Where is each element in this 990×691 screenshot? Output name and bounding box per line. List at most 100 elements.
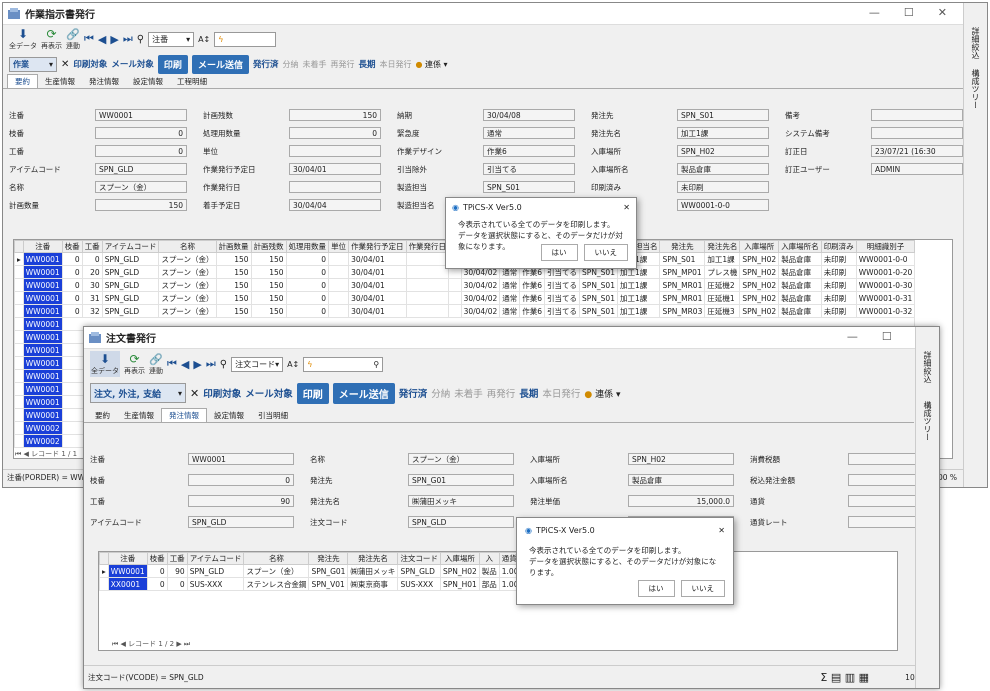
table-cell[interactable]: SPN_GLD (101, 265, 160, 279)
font-size-icon[interactable]: A↕ (198, 35, 210, 44)
table-cell[interactable]: 150 (215, 291, 252, 305)
table-cell[interactable]: 30/04/01 (348, 252, 407, 266)
field-value[interactable]: SPN_GLD (408, 516, 514, 528)
table-cell[interactable]: 150 (250, 278, 287, 292)
print-button[interactable]: 印刷 (296, 382, 329, 404)
table-cell[interactable]: 20 (81, 265, 103, 279)
table-cell[interactable]: 製品倉庫 (778, 252, 822, 266)
field-value[interactable]: ㈱蒲田メッキ (408, 495, 514, 507)
table-cell[interactable]: 150 (215, 265, 252, 279)
first-record-icon[interactable]: ⏮ (84, 32, 94, 46)
table-cell[interactable]: 製品倉庫 (778, 304, 822, 318)
column-header[interactable]: 名称 (158, 240, 217, 253)
table-cell[interactable]: 150 (250, 291, 287, 305)
field-value[interactable]: スプーン（金） (95, 181, 187, 193)
field-value[interactable] (871, 109, 963, 121)
table-cell[interactable]: ㈱東京商事 (347, 577, 399, 591)
field-value[interactable]: WW0001-0-0 (677, 199, 769, 211)
table-cell[interactable]: 30/04/01 (348, 265, 407, 279)
column-header[interactable]: 作業発行予定日 (348, 240, 407, 253)
next-record-icon[interactable]: ▶ (110, 33, 118, 46)
table-cell[interactable]: XX0001 (107, 577, 148, 591)
table-cell[interactable]: 圧延機3 (704, 304, 741, 318)
column-header[interactable]: 入庫場所 (439, 552, 480, 565)
table-cell[interactable]: 0 (61, 304, 83, 318)
column-header[interactable]: 計画残数 (250, 240, 287, 253)
table-cell[interactable]: 作業6 (519, 304, 546, 318)
table-cell[interactable]: WW0001 (22, 252, 63, 266)
field-value[interactable]: 23/07/21 (16:30 (871, 145, 963, 157)
refresh-button[interactable]: ⟳ 再表示 (41, 27, 62, 51)
table-cell[interactable] (328, 265, 350, 279)
table-cell[interactable]: スプーン（金） (158, 278, 217, 292)
table-cell[interactable]: 150 (250, 304, 287, 318)
table-cell[interactable]: 加工1課 (616, 278, 661, 292)
table-cell[interactable]: WW0001 (22, 408, 63, 422)
table-cell[interactable]: WW0002 (22, 434, 63, 448)
maximize-icon[interactable]: ☐ (904, 6, 914, 19)
table-cell[interactable]: 通常 (499, 278, 521, 292)
mail-target-link[interactable]: メール対象 (111, 58, 154, 70)
tab-summary[interactable]: 要約 (7, 74, 38, 88)
table-cell[interactable]: 0 (146, 564, 168, 578)
table-cell[interactable]: WW0001 (22, 369, 63, 383)
table-cell[interactable]: 30 (81, 278, 103, 292)
maximize-icon[interactable]: ☐ (882, 330, 892, 343)
table-cell[interactable]: SPN_MR03 (659, 304, 706, 318)
table-cell[interactable] (448, 291, 462, 305)
field-value[interactable]: 製品倉庫 (677, 163, 769, 175)
table-cell[interactable]: 加工1課 (704, 252, 741, 266)
table-cell[interactable]: WW0001 (22, 330, 63, 344)
prev-record-icon[interactable]: ◀ (98, 33, 106, 46)
table-cell[interactable]: SPN_GLD (186, 564, 245, 578)
issued-filter[interactable]: 発行済 (253, 58, 279, 70)
table-row[interactable]: WW0001 0 31 SPN_GLD スプーン（金） 150 150 0 30/04/01 30… (14, 291, 916, 305)
field-value[interactable]: 30/04/01 (289, 163, 381, 175)
tab-settings[interactable]: 設定情報 (126, 75, 170, 88)
today-issue-filter[interactable]: 本日発行 (379, 59, 411, 70)
field-value[interactable]: WW0001 (95, 109, 187, 121)
table-cell[interactable]: WW0001 (22, 265, 63, 279)
dialog-close-icon[interactable]: ✕ (623, 203, 630, 212)
table-cell[interactable]: 加工1課 (616, 291, 661, 305)
field-value[interactable]: スプーン（金） (408, 453, 514, 465)
table-cell[interactable]: 30/04/01 (348, 304, 407, 318)
field-value[interactable]: 0 (289, 127, 381, 139)
table-cell[interactable]: SPN_H01 (439, 577, 480, 591)
table-cell[interactable]: スプーン（金） (158, 304, 217, 318)
column-header[interactable]: 発注先名 (704, 240, 741, 253)
all-data-button[interactable]: ⬇ 全データ (9, 27, 37, 51)
tab-allocation[interactable]: 引当明細 (251, 409, 295, 422)
table-cell[interactable]: SPN_V01 (308, 577, 349, 591)
table-cell[interactable]: SPN_MR01 (659, 278, 706, 292)
table-cell[interactable]: WW0001-0-32 (855, 304, 916, 318)
table-cell[interactable]: WW0001 (22, 343, 63, 357)
issued-filter[interactable]: 発行済 (399, 386, 428, 400)
prev-record-icon[interactable]: ◀ (181, 358, 189, 371)
table-cell[interactable]: 150 (215, 304, 252, 318)
tab-process[interactable]: 工程明細 (170, 75, 214, 88)
table-cell[interactable] (405, 265, 450, 279)
column-header[interactable]: 作業発行日 (405, 240, 450, 253)
table-row[interactable]: WW0001 0 32 SPN_GLD スプーン（金） 150 150 0 30/04/01 30… (14, 304, 916, 318)
table-cell[interactable]: 150 (250, 252, 287, 266)
work-type-select[interactable]: 注文, 外注, 支給 ▾ (90, 383, 186, 403)
table-cell[interactable]: SPN_GLD (101, 252, 160, 266)
minimize-icon[interactable]: — (869, 6, 880, 19)
structure-tree-tab[interactable]: 構成ツリー (922, 401, 933, 441)
table-cell[interactable]: 通常 (499, 304, 521, 318)
table-cell[interactable]: SUS-XXX (397, 577, 441, 591)
field-value[interactable]: SPN_H02 (628, 453, 734, 465)
unstarted-filter[interactable]: 未着手 (302, 59, 326, 70)
refresh-button[interactable]: ⟳ 再表示 (124, 352, 145, 376)
yes-button[interactable]: はい (637, 580, 675, 597)
table-cell[interactable]: 0 (285, 252, 330, 266)
field-value[interactable]: SPN_GLD (188, 516, 294, 528)
column-header[interactable]: 名称 (243, 552, 310, 565)
field-value[interactable]: SPN_H02 (677, 145, 769, 157)
table-cell[interactable]: 150 (215, 252, 252, 266)
table-cell[interactable] (328, 252, 350, 266)
table-cell[interactable]: 0 (61, 291, 83, 305)
field-value[interactable]: 0 (95, 127, 187, 139)
binoculars-icon[interactable]: ⚲ (220, 359, 227, 370)
